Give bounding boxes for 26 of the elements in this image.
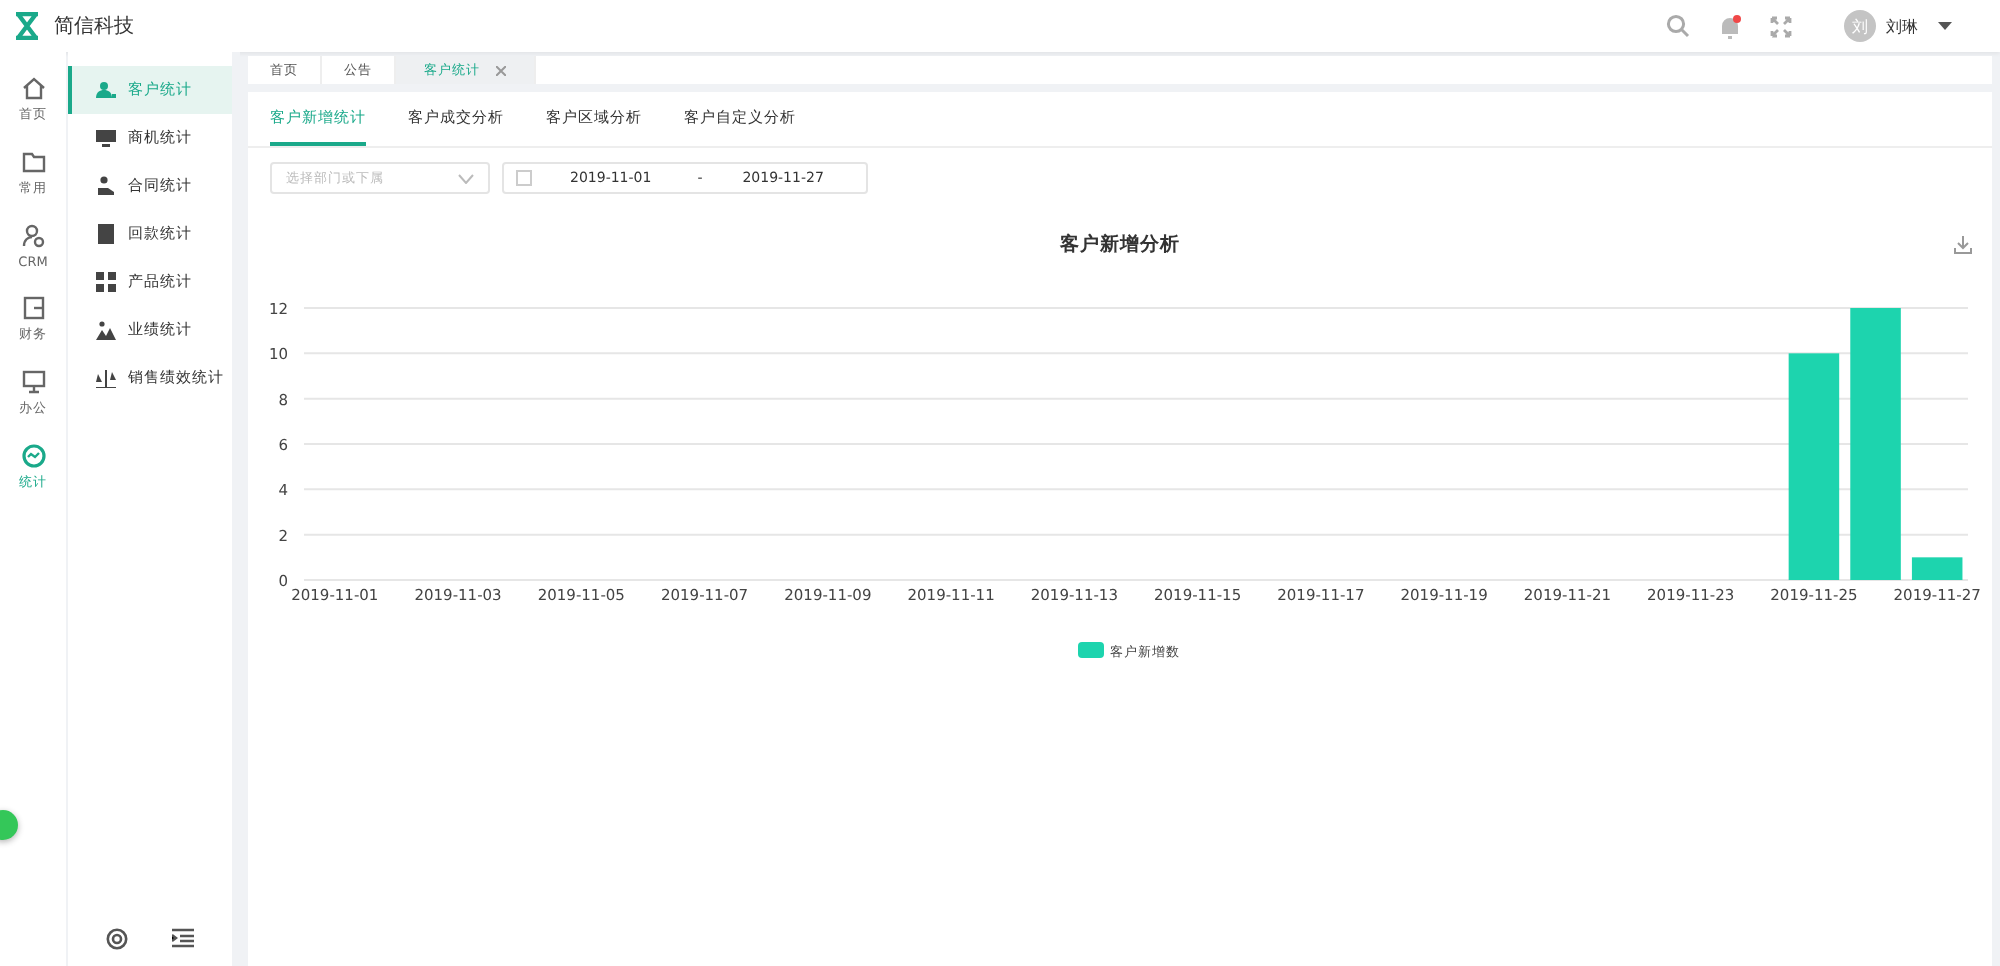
brand-name: 简信科技 bbox=[54, 13, 134, 40]
folder-icon bbox=[21, 150, 45, 174]
user-name[interactable]: 刘琳 bbox=[1886, 15, 1918, 37]
bell-icon[interactable] bbox=[1718, 13, 1742, 39]
scale-icon bbox=[96, 368, 116, 388]
people-icon bbox=[96, 80, 116, 100]
fullscreen-icon[interactable] bbox=[1770, 15, 1792, 37]
grid-icon bbox=[96, 272, 116, 292]
calendar-icon bbox=[516, 170, 532, 186]
caret-icon[interactable] bbox=[1938, 22, 1952, 30]
collapse-menu-icon[interactable] bbox=[172, 928, 194, 948]
chart-title: 客户新增分析 bbox=[1060, 232, 1180, 258]
chevron-down-icon bbox=[458, 173, 474, 183]
user-icon bbox=[21, 224, 45, 248]
monitor-icon bbox=[21, 370, 45, 394]
search-icon[interactable] bbox=[1666, 14, 1690, 38]
bar bbox=[1911, 557, 1963, 580]
target-icon[interactable] bbox=[106, 928, 128, 950]
document-icon bbox=[96, 224, 116, 244]
close-icon[interactable] bbox=[496, 65, 506, 75]
chart-icon bbox=[21, 444, 45, 468]
home-icon bbox=[21, 76, 45, 100]
mountain-icon bbox=[96, 320, 116, 340]
hourglass-logo-icon bbox=[14, 12, 40, 40]
screen-icon bbox=[96, 128, 116, 148]
download-icon[interactable] bbox=[1954, 236, 1972, 254]
